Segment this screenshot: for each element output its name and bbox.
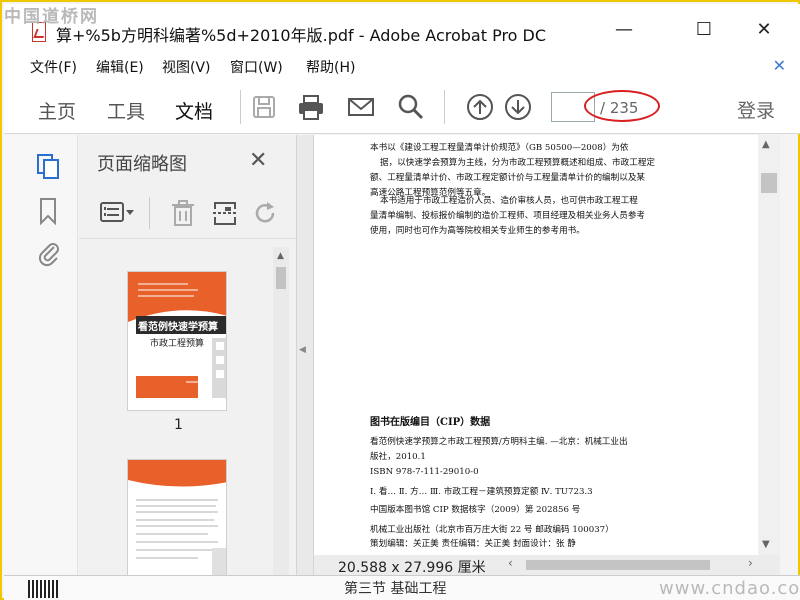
navigation-rail (4, 135, 78, 575)
collapse-panel-icon[interactable]: ◀ (299, 345, 306, 355)
watermark-logo: 中国道桥网 (4, 7, 99, 27)
doc-line: 据，以快速学会预算为主线，分为市政工程预算概述和组成、市政工程定 (380, 158, 656, 168)
page-thumbnail-1[interactable]: 看范例快速学预算 市政工程预算 (127, 271, 227, 411)
doc-line: 使用，同时也可作为高等院校相关专业师生的参考用书。 (370, 226, 585, 236)
menu-view[interactable]: 视图(V) (162, 57, 211, 77)
cip-line: 中国版本图书馆 CIP 数据核字（2009）第 202856 号 (370, 505, 581, 515)
delete-page-icon[interactable] (169, 199, 199, 227)
panel-splitter[interactable]: ◀ (296, 135, 314, 575)
close-button[interactable]: ✕ (752, 18, 776, 42)
scroll-up-icon[interactable]: ▲ (762, 139, 770, 150)
cip-line: ISBN 978-7-111-29010-0 (370, 467, 479, 477)
thumbnails-panel: 页面缩略图 ✕ 看范例快速学预算 市政工程预算 1 ▲ (79, 135, 296, 579)
vertical-scroll-thumb[interactable] (761, 173, 777, 193)
horizontal-scroll-thumb[interactable] (526, 560, 710, 570)
thumbnail-list: 看范例快速学预算 市政工程预算 1 (79, 241, 274, 579)
doc-line: 本书以《建设工程工程量清单计价规范》（GB 50500—2008）为依 (370, 143, 629, 153)
app-window: 算+%5b方明科编著%5d+2010年版.pdf - Adobe Acrobat… (0, 0, 800, 600)
tab-tools[interactable]: 工具 (107, 97, 145, 124)
previous-page-icon[interactable] (466, 93, 494, 121)
rotate-icon[interactable] (251, 199, 281, 227)
menu-file[interactable]: 文件(F) (30, 57, 77, 77)
taskbar-strip: 第三节 基础工程 www.cndao.com (4, 575, 800, 600)
scroll-left-icon[interactable]: ‹ (508, 556, 513, 570)
thumbnail-scrollbar[interactable]: ▲ (273, 247, 289, 575)
menu-window[interactable]: 窗口(W) (230, 57, 283, 77)
minimize-button[interactable]: — (612, 18, 636, 42)
thumbnail-toolbar (79, 189, 296, 239)
options-menu-icon[interactable] (99, 199, 134, 227)
menu-bar: 文件(F) 编辑(E) 视图(V) 窗口(W) 帮助(H) ✕ (4, 52, 800, 80)
thumbnail-page-number: 1 (174, 417, 183, 433)
cip-line: 版社，2010.1 (370, 452, 426, 462)
status-bar: 20.588 x 27.996 厘米 ‹ › (314, 555, 780, 576)
scroll-down-icon[interactable]: ▼ (762, 539, 770, 550)
cover-subtitle: 市政工程预算 (150, 339, 205, 349)
close-document-icon[interactable]: ✕ (773, 56, 786, 75)
doc-line: 额、工程量清单计价、市政工程定额计价与工程量清单计价的编制以及某 (370, 173, 646, 183)
bookmarks-icon[interactable] (36, 197, 62, 225)
tab-home[interactable]: 主页 (38, 97, 76, 124)
doc-line: 本书适用于市政工程造价人员、造价审核人员，也可供市政工程工程 (380, 196, 638, 206)
thumbnail-scroll-thumb[interactable] (276, 267, 286, 289)
cip-line: 策划编辑：关正美 责任编辑：关正美 封面设计：张 静 (370, 539, 576, 549)
red-highlight-circle (584, 90, 660, 122)
close-panel-icon[interactable]: ✕ (249, 148, 267, 173)
toolbar-divider-2 (444, 90, 445, 124)
watermark-url: www.cndao.com (659, 578, 800, 599)
panel-tool-divider (149, 197, 150, 229)
page-thumbnails-icon[interactable] (36, 151, 62, 179)
bottom-text-fragment: 第三节 基础工程 (344, 581, 447, 597)
cip-line: 机械工业出版社（北京市百万庄大街 22 号 邮政编码 100037） (370, 525, 614, 535)
menu-help[interactable]: 帮助(H) (306, 57, 355, 77)
document-view[interactable]: 本书以《建设工程工程量清单计价规范》（GB 50500—2008）为依 据，以快… (314, 135, 758, 555)
email-icon[interactable] (347, 93, 375, 121)
panel-title: 页面缩略图 (97, 154, 187, 175)
toolbar-divider (240, 90, 241, 124)
doc-line: 量清单编制、投标报价编制的造价工程师、项目经理及相关业务人员参考 (370, 211, 646, 221)
next-page-icon[interactable] (504, 93, 532, 121)
print-icon[interactable] (297, 93, 325, 121)
page-thumbnail-2[interactable] (127, 459, 227, 579)
document-horizontal-scrollbar[interactable]: ‹ › (504, 556, 780, 572)
maximize-button[interactable]: ☐ (692, 18, 716, 42)
search-icon[interactable] (397, 93, 425, 121)
document-vertical-scrollbar[interactable]: ▲ ▼ (758, 135, 780, 555)
attachments-icon[interactable] (36, 239, 62, 267)
page-dimensions: 20.588 x 27.996 厘米 (338, 560, 486, 576)
menu-edit[interactable]: 编辑(E) (96, 57, 144, 77)
title-bar: 算+%5b方明科编著%5d+2010年版.pdf - Adobe Acrobat… (4, 4, 800, 52)
extract-pages-icon[interactable] (211, 199, 241, 227)
cover-title: 看范例快速学预算 (138, 322, 218, 333)
cip-line: 看范例快速学预算之市政工程预算/方明科主编. —北京：机械工业出 (370, 437, 628, 447)
main-toolbar: 主页 工具 文档 / 235 登录 (4, 80, 800, 134)
tab-document[interactable]: 文档 (175, 97, 213, 124)
cip-heading: 图书在版编目（CIP）数据 (370, 417, 491, 428)
login-button[interactable]: 登录 (737, 96, 775, 123)
barcode-fragment (28, 580, 58, 598)
cip-line: Ⅰ. 看… Ⅱ. 方… Ⅲ. 市政工程－建筑预算定额 Ⅳ. TU723.3 (370, 487, 593, 497)
save-icon[interactable] (250, 93, 278, 121)
window-title: 算+%5b方明科编著%5d+2010年版.pdf - Adobe Acrobat… (56, 26, 547, 45)
scroll-right-icon[interactable]: › (748, 556, 753, 570)
scroll-up-icon[interactable]: ▲ (277, 251, 284, 261)
